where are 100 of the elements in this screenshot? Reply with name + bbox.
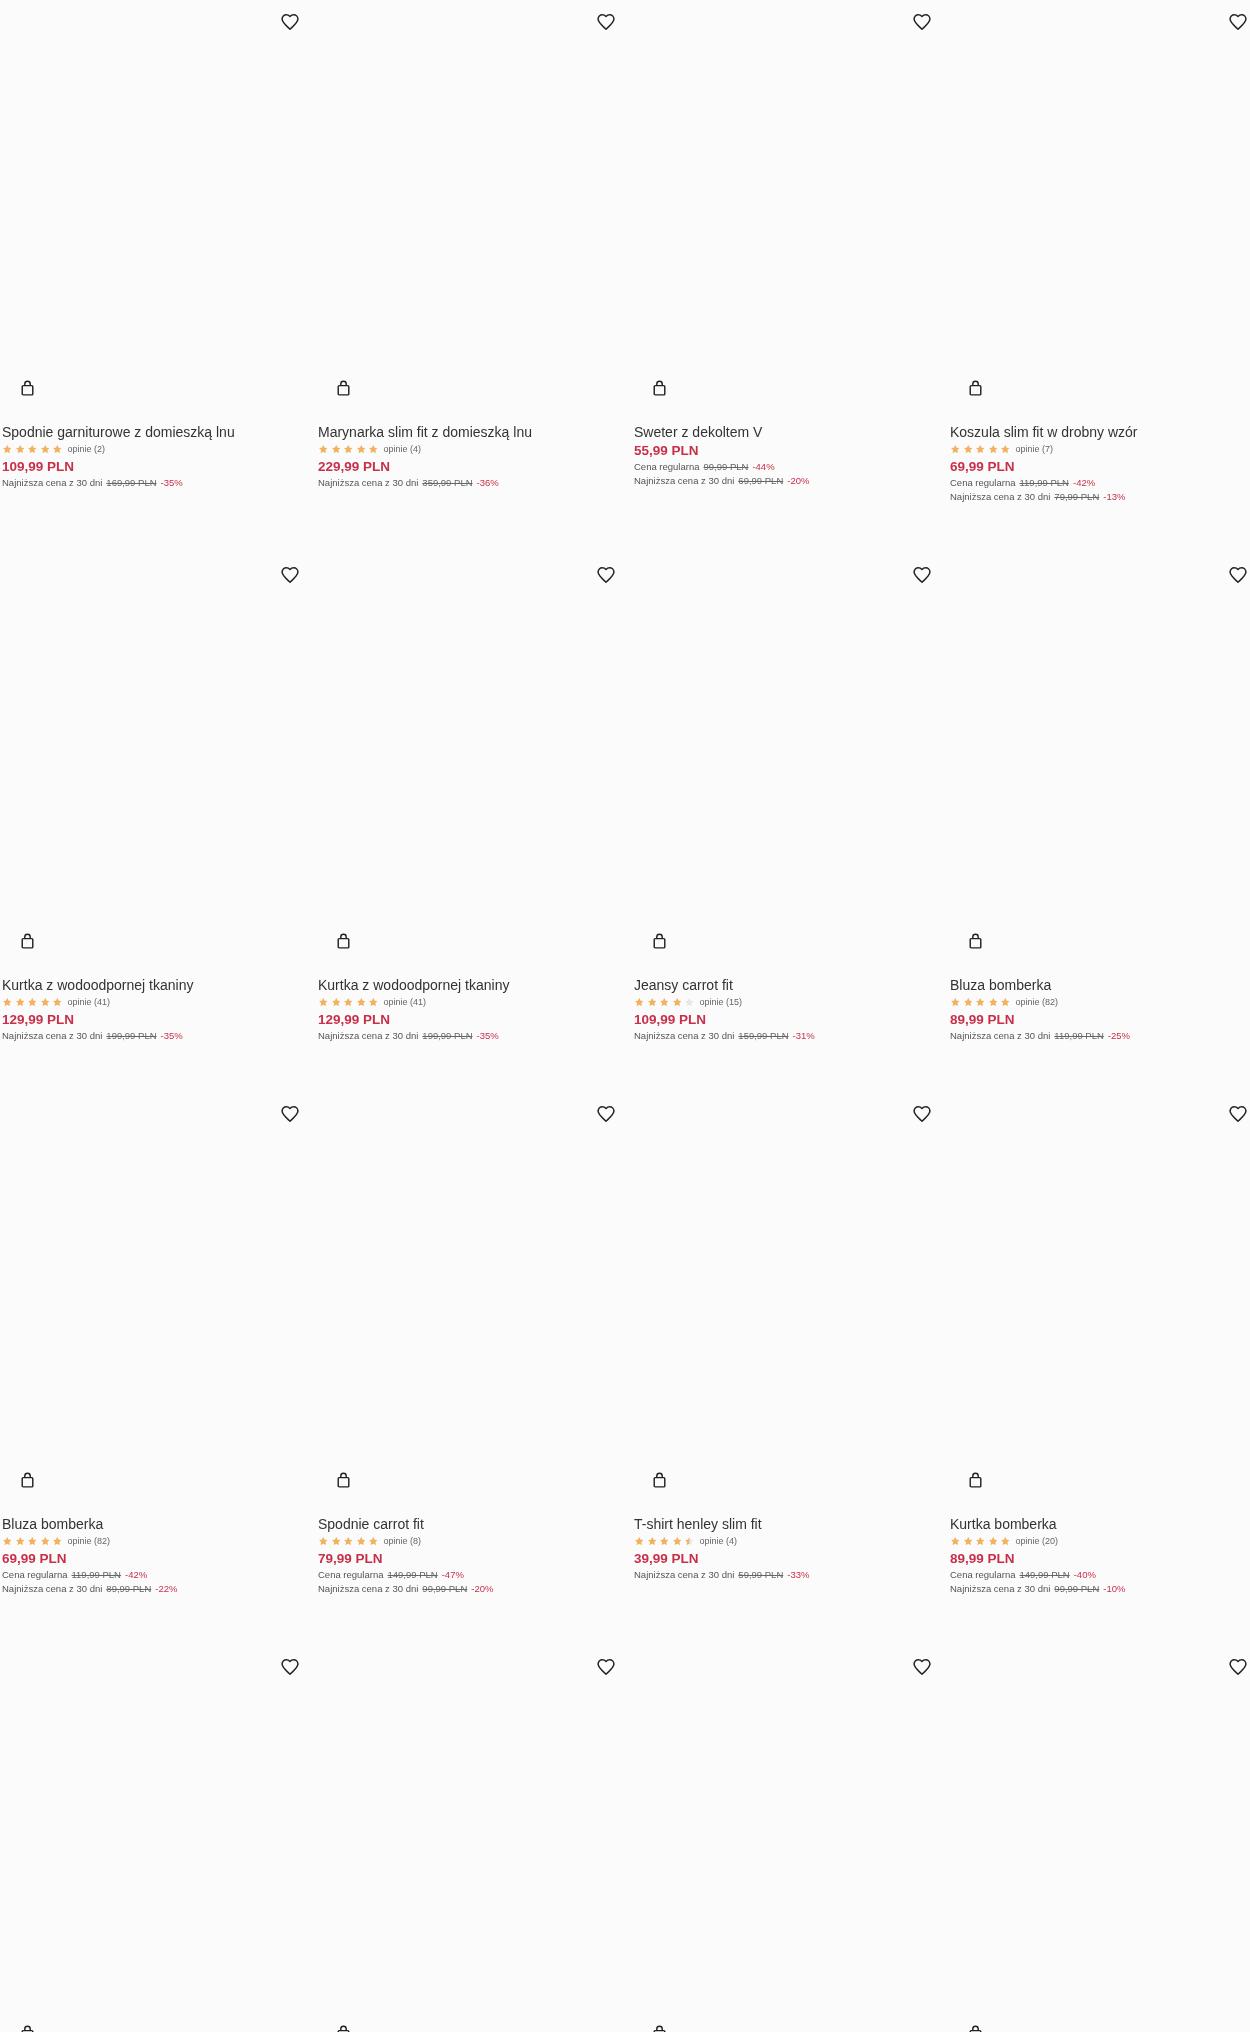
heart-icon[interactable] — [281, 14, 299, 30]
review-count[interactable]: opinie (82) — [67, 1535, 111, 1547]
heart-icon[interactable] — [1229, 14, 1247, 30]
star-icon — [1001, 1537, 1010, 1545]
heart-icon[interactable] — [913, 1106, 931, 1122]
heart-icon[interactable] — [1229, 1659, 1247, 1675]
star-icon — [672, 1537, 681, 1545]
price-note-label: Najniższa cena z 30 dni — [950, 1582, 1051, 1596]
old-price: 119,99 PLN — [71, 1568, 121, 1582]
star-icon — [685, 1537, 694, 1545]
star-icon — [331, 1537, 340, 1545]
shopping-bag-icon[interactable] — [969, 933, 982, 949]
old-price: 359,99 PLN — [422, 476, 473, 490]
product-title[interactable]: Bluza bomberka — [2, 1514, 104, 1534]
review-count[interactable]: opinie (2) — [67, 443, 106, 455]
shopping-bag-icon[interactable] — [21, 380, 34, 396]
heart-icon[interactable] — [597, 1659, 615, 1675]
heart-icon[interactable] — [1229, 567, 1247, 583]
review-count[interactable]: opinie (8) — [383, 1535, 422, 1547]
heart-icon[interactable] — [597, 567, 615, 583]
discount-text: -40% — [1073, 1568, 1096, 1582]
star-icon — [53, 445, 62, 453]
shopping-bag-icon[interactable] — [337, 1472, 350, 1488]
shopping-bag-icon[interactable] — [21, 1472, 34, 1488]
star-icon — [976, 445, 985, 453]
star-icon — [28, 1537, 37, 1545]
shopping-bag-icon[interactable] — [21, 933, 34, 949]
review-count[interactable]: opinie (4) — [699, 1535, 738, 1547]
review-count[interactable]: opinie (4) — [383, 443, 422, 455]
old-price: 159,99 PLN — [738, 1029, 789, 1043]
star-icon — [660, 998, 669, 1006]
star-icon — [660, 1537, 669, 1545]
product-price: 69,99 PLN — [950, 458, 1015, 476]
product-title[interactable]: Spodnie carrot fit — [318, 1514, 424, 1534]
review-count[interactable]: opinie (7) — [1015, 443, 1054, 455]
discount-text: -47% — [441, 1568, 464, 1582]
product-title[interactable]: Kurtka z wodoodpornej tkaniny — [318, 975, 510, 995]
shopping-bag-icon[interactable] — [969, 1472, 982, 1488]
product-title[interactable]: Bluza bomberka — [950, 975, 1052, 995]
star-icon — [331, 445, 340, 453]
product-title[interactable]: Spodnie garniturowe z domieszką lnu — [2, 422, 235, 442]
old-price: 169,99 PLN — [106, 476, 157, 490]
star-icon — [1001, 998, 1010, 1006]
heart-icon[interactable] — [913, 1659, 931, 1675]
shopping-bag-icon[interactable] — [337, 380, 350, 396]
shopping-bag-icon[interactable] — [653, 1472, 666, 1488]
star-icon — [951, 445, 960, 453]
discount-text: -42% — [125, 1568, 148, 1582]
star-icon — [53, 998, 62, 1006]
star-icon — [356, 998, 365, 1006]
heart-icon[interactable] — [913, 567, 931, 583]
product-title[interactable]: Sweter z dekoltem V — [634, 422, 763, 442]
discount-text: -35% — [160, 476, 183, 490]
product-title[interactable]: Koszula slim fit w drobny wzór — [950, 422, 1138, 442]
price-note-label: Najniższa cena z 30 dni — [318, 476, 419, 490]
product-title[interactable]: Jeansy carrot fit — [634, 975, 733, 995]
old-price: 199,99 PLN — [422, 1029, 473, 1043]
shopping-bag-icon[interactable] — [653, 380, 666, 396]
product-price: 129,99 PLN — [2, 1011, 75, 1029]
heart-icon[interactable] — [1229, 1106, 1247, 1122]
old-price: 99,99 PLN — [1054, 1582, 1100, 1596]
shopping-bag-icon[interactable] — [653, 933, 666, 949]
star-icon — [3, 1537, 12, 1545]
shopping-bag-icon[interactable] — [337, 933, 350, 949]
price-note-label: Najniższa cena z 30 dni — [634, 474, 735, 488]
star-icon — [319, 998, 328, 1006]
heart-icon[interactable] — [597, 1106, 615, 1122]
old-price: 99,99 PLN — [703, 460, 749, 474]
star-icon — [3, 998, 12, 1006]
discount-text: -36% — [476, 476, 499, 490]
star-icon — [15, 445, 24, 453]
discount-text: -33% — [787, 1568, 810, 1582]
heart-icon[interactable] — [913, 14, 931, 30]
product-title[interactable]: Kurtka bomberka — [950, 1514, 1057, 1534]
discount-text: -35% — [160, 1029, 183, 1043]
review-count[interactable]: opinie (41) — [67, 996, 111, 1008]
product-title[interactable]: Marynarka slim fit z domieszką lnu — [318, 422, 532, 442]
star-icon — [369, 998, 378, 1006]
heart-icon[interactable] — [281, 1106, 299, 1122]
review-count[interactable]: opinie (82) — [1015, 996, 1059, 1008]
star-icon — [40, 1537, 49, 1545]
star-icon — [53, 1537, 62, 1545]
product-price: 39,99 PLN — [634, 1550, 699, 1568]
shopping-bag-icon[interactable] — [969, 380, 982, 396]
review-count[interactable]: opinie (15) — [699, 996, 743, 1008]
star-icon — [319, 445, 328, 453]
review-count[interactable]: opinie (20) — [1015, 1535, 1059, 1547]
product-title[interactable]: Kurtka z wodoodpornej tkaniny — [2, 975, 194, 995]
product-title[interactable]: T-shirt henley slim fit — [634, 1514, 762, 1534]
star-icon — [976, 1537, 985, 1545]
product-price: 79,99 PLN — [318, 1550, 383, 1568]
star-icon — [988, 998, 997, 1006]
heart-icon[interactable] — [597, 14, 615, 30]
review-count[interactable]: opinie (41) — [383, 996, 427, 1008]
discount-text: -20% — [471, 1582, 494, 1596]
star-icon — [647, 1537, 656, 1545]
heart-icon[interactable] — [281, 567, 299, 583]
discount-text: -13% — [1103, 490, 1126, 504]
price-note-label: Najniższa cena z 30 dni — [634, 1568, 735, 1582]
heart-icon[interactable] — [281, 1659, 299, 1675]
